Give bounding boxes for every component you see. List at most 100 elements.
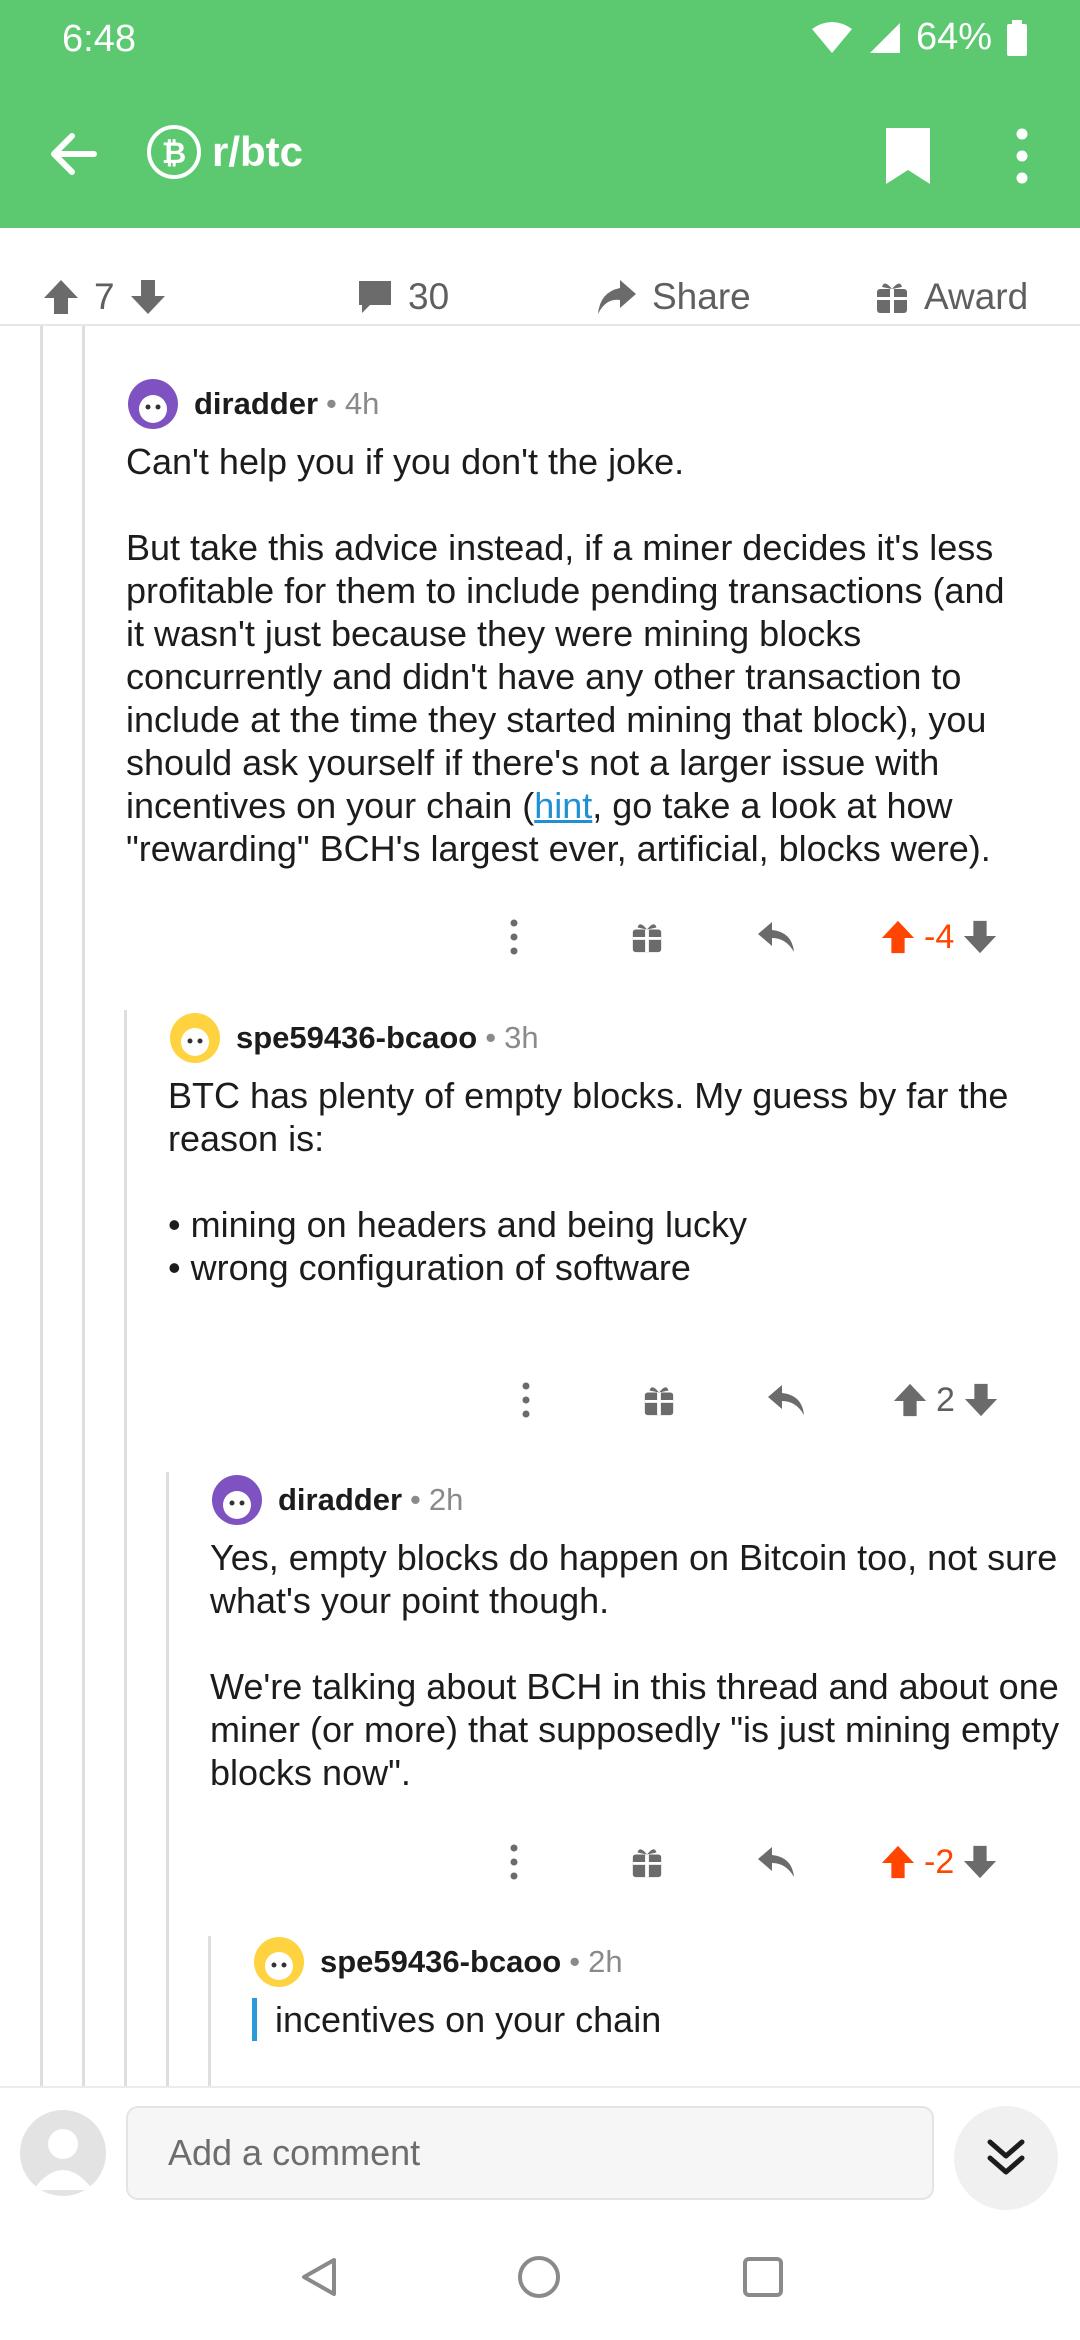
upvote-icon[interactable] <box>42 278 80 316</box>
bookmark-icon[interactable] <box>880 124 936 188</box>
avatar[interactable] <box>168 1011 222 1065</box>
award-button[interactable]: Award <box>874 276 1028 318</box>
thread-line[interactable] <box>82 326 85 2086</box>
comment-score: 2 <box>936 1380 955 1419</box>
upvote-icon[interactable] <box>892 1382 928 1418</box>
gift-icon <box>644 1387 674 1416</box>
subreddit-bitcoin-icon[interactable]: ₿ <box>146 124 202 180</box>
comment-more-button[interactable] <box>506 907 522 967</box>
reply-icon <box>758 1847 794 1877</box>
downvote-icon[interactable] <box>962 1844 998 1880</box>
downvote-icon[interactable] <box>129 278 167 316</box>
post-score: 7 <box>94 276 115 317</box>
gift-icon <box>877 283 907 313</box>
comment-award-button[interactable] <box>642 1370 676 1430</box>
nav-back-icon[interactable] <box>296 2254 342 2300</box>
add-comment-input[interactable]: Add a comment <box>126 2106 934 2200</box>
battery-icon <box>1007 19 1027 56</box>
subreddit-name[interactable]: r/btc <box>212 128 303 176</box>
comment-more-button[interactable] <box>518 1370 534 1430</box>
comment-actions: -2 <box>126 1832 1046 1892</box>
comment: spe59436-bcaoo • 2h incentives on your c… <box>252 1932 1052 2041</box>
comment-paragraph: But take this advice instead, if a miner… <box>126 526 1026 870</box>
comment-vote: 2 <box>892 1370 999 1430</box>
separator-dot: • <box>326 386 337 421</box>
comment-bubble-icon <box>359 281 391 313</box>
comment-award-button[interactable] <box>630 1832 664 1892</box>
cell-signal-icon <box>869 22 900 53</box>
gift-icon <box>632 1849 662 1878</box>
comment-author[interactable]: spe59436-bcaoo <box>236 1020 477 1056</box>
more-vertical-icon <box>510 1844 518 1880</box>
avatar[interactable] <box>126 377 180 431</box>
blockquote: incentives on your chain <box>252 1998 1052 2041</box>
reply-icon <box>758 922 794 952</box>
comment-age: 4h <box>344 386 380 421</box>
hint-link[interactable]: hint <box>534 785 592 826</box>
upvote-icon[interactable] <box>880 919 916 955</box>
comment-actions: 2 <box>168 1370 1048 1430</box>
list-item: • wrong configuration of software <box>168 1247 691 1288</box>
comment-paragraph: Yes, empty blocks do happen on Bitcoin t… <box>210 1537 1058 1621</box>
comment: diradder • 4h Can't help you if you don'… <box>126 374 1026 870</box>
comment-vote: -4 <box>880 907 998 967</box>
post-vote: 7 <box>42 276 167 318</box>
back-arrow-icon[interactable] <box>44 124 104 184</box>
nav-recents-icon[interactable] <box>740 2254 786 2300</box>
battery-percent: 64% <box>915 16 992 58</box>
comment-paragraph: BTC has plenty of empty blocks. My guess… <box>168 1075 1009 1159</box>
status-bar: 6:48 64% <box>0 0 1080 80</box>
double-chevron-down-icon <box>987 2139 1025 2175</box>
list-item-text: mining on headers and being lucky <box>190 1204 747 1245</box>
comment-author[interactable]: diradder <box>278 1482 402 1518</box>
list-item-text: wrong configuration of software <box>190 1247 691 1288</box>
user-avatar[interactable] <box>20 2110 106 2196</box>
comment-body: Can't help you if you don't the joke. Bu… <box>126 440 1026 870</box>
comment-score: -4 <box>924 917 955 956</box>
thread-line[interactable] <box>40 326 43 2086</box>
separator-dot: • <box>410 1482 421 1517</box>
thread-line[interactable] <box>166 1472 169 2086</box>
more-vertical-icon <box>510 919 518 955</box>
person-icon <box>33 2129 93 2190</box>
thread-line[interactable] <box>208 1936 211 2086</box>
separator-dot: • <box>485 1020 497 1055</box>
app-bar: ₿ r/btc <box>0 100 1080 210</box>
nav-home-icon[interactable] <box>516 2254 562 2300</box>
comment-vote: -2 <box>880 1832 998 1892</box>
svg-text:₿: ₿ <box>162 136 186 171</box>
more-options-icon[interactable] <box>1000 124 1044 188</box>
reply-button[interactable] <box>756 907 796 967</box>
comments-button[interactable]: 30 <box>356 276 449 318</box>
next-comment-button[interactable] <box>954 2106 1058 2210</box>
reply-button[interactable] <box>766 1370 806 1430</box>
comment-count: 30 <box>408 276 450 317</box>
status-time: 6:48 <box>62 18 136 60</box>
comment-body: BTC has plenty of empty blocks. My guess… <box>168 1074 1048 1289</box>
comment: spe59436-bcaoo • 3h BTC has plenty of em… <box>168 1008 1048 1289</box>
award-label: Award <box>924 276 1029 317</box>
comment-author[interactable]: diradder <box>194 386 318 422</box>
comment-body: incentives on your chain <box>252 1998 1052 2041</box>
thread-line[interactable] <box>124 1010 127 2086</box>
upvote-icon[interactable] <box>880 1844 916 1880</box>
downvote-icon[interactable] <box>963 1382 999 1418</box>
comment-award-button[interactable] <box>630 907 664 967</box>
avatar[interactable] <box>252 1935 306 1989</box>
app-header: 6:48 64% ₿ r/btc <box>0 0 1080 228</box>
comment-score: -2 <box>924 1842 955 1881</box>
reply-icon <box>768 1385 804 1415</box>
reply-button[interactable] <box>756 1832 796 1892</box>
more-vertical-icon <box>522 1382 530 1418</box>
avatar[interactable] <box>210 1473 264 1527</box>
comment-more-button[interactable] <box>506 1832 522 1892</box>
comment-author[interactable]: spe59436-bcaoo <box>320 1944 561 1980</box>
share-button[interactable]: Share <box>596 276 751 318</box>
comment-paragraph: Can't help you if you don't the joke. <box>126 441 685 482</box>
gift-icon <box>632 924 662 953</box>
comment-age: 2h <box>428 1482 464 1517</box>
separator-dot: • <box>569 1944 581 1979</box>
system-navigation-bar <box>0 2216 1080 2340</box>
downvote-icon[interactable] <box>962 919 998 955</box>
list-item: • mining on headers and being lucky <box>168 1204 747 1245</box>
